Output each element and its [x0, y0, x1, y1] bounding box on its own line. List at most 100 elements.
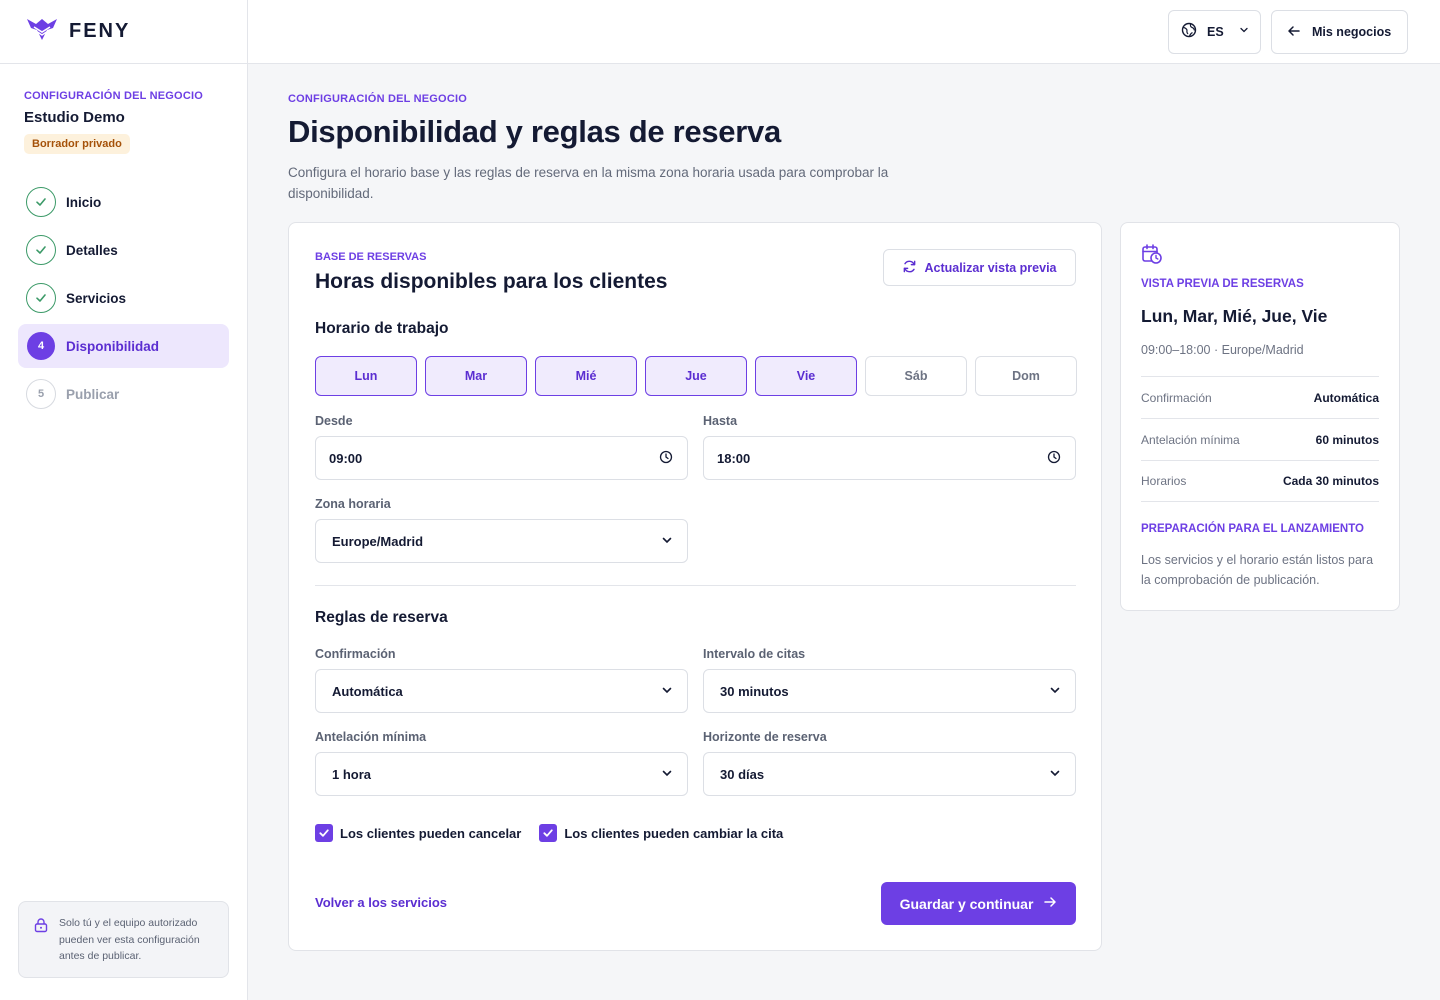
check-icon	[26, 283, 56, 313]
preview-row: Antelación mínima 60 minutos	[1141, 418, 1379, 460]
preview-row-key: Horarios	[1141, 474, 1187, 488]
interval-select[interactable]: 30 minutos	[703, 669, 1076, 713]
day-toggle-mar[interactable]: Mar	[425, 356, 527, 396]
work-hours-title: Horario de trabajo	[315, 320, 449, 337]
chevron-down-icon	[1049, 684, 1061, 699]
privacy-text: Solo tú y el equipo autorizado pueden ve…	[59, 917, 200, 962]
arrow-right-icon	[1043, 895, 1057, 912]
check-icon	[26, 235, 56, 265]
calendar-clock-icon	[1141, 243, 1163, 270]
booking-preview-card: VISTA PREVIA DE RESERVAS Lun, Mar, Mié, …	[1120, 222, 1400, 611]
preview-row-value: Cada 30 minutos	[1282, 474, 1379, 488]
save-continue-button[interactable]: Guardar y continuar	[881, 882, 1076, 925]
preview-row-key: Antelación mínima	[1141, 432, 1240, 447]
preview-row-value: 60 minutos	[1315, 432, 1379, 447]
language-selector[interactable]: ES	[1168, 10, 1261, 54]
setup-steps: Inicio Detalles Servicios 4 Disponibilid…	[0, 180, 247, 416]
logo[interactable]: FENY	[0, 0, 247, 64]
booking-options: Los clientes pueden cancelar Los cliente…	[315, 824, 783, 842]
clock-icon	[1047, 450, 1061, 467]
day-toggle-dom[interactable]: Dom	[975, 356, 1077, 396]
step-disponibilidad[interactable]: 4 Disponibilidad	[18, 324, 229, 368]
step-publicar[interactable]: 5 Publicar	[18, 372, 229, 416]
allow-cancel-checkbox[interactable]: Los clientes pueden cancelar	[315, 824, 521, 842]
card-title: Horas disponibles para los clientes	[315, 270, 668, 293]
confirmation-value: Automática	[332, 683, 403, 699]
chevron-down-icon	[661, 534, 673, 549]
interval-label: Intervalo de citas	[703, 647, 806, 661]
checkbox-checked-icon	[539, 824, 558, 842]
interval-value: 30 minutos	[720, 683, 789, 699]
step-inicio[interactable]: Inicio	[18, 180, 229, 224]
day-toggle-sab[interactable]: Sáb	[865, 356, 967, 396]
page-description: Configura el horario base y las reglas d…	[288, 165, 889, 201]
availability-form-card: BASE DE RESERVAS Horas disponibles para …	[288, 222, 1102, 951]
chevron-down-icon	[661, 684, 673, 699]
status-badge: Borrador privado	[24, 134, 130, 154]
step-detalles[interactable]: Detalles	[18, 228, 229, 272]
min-notice-label: Antelación mínima	[315, 730, 427, 744]
clock-icon	[659, 450, 673, 467]
horizon-label: Horizonte de reserva	[703, 730, 827, 744]
save-label: Guardar y continuar	[899, 895, 1034, 912]
horizon-select[interactable]: 30 días	[703, 752, 1076, 796]
weekday-selector: Lun Mar Mié Jue Vie Sáb Dom	[315, 356, 1077, 396]
chevron-down-icon	[1238, 23, 1250, 41]
checkbox-checked-icon	[315, 824, 333, 842]
chevron-down-icon	[661, 767, 673, 782]
allow-cancel-label: Los clientes pueden cancelar	[340, 825, 522, 841]
from-time-input[interactable]: 09:00	[315, 436, 688, 480]
step-servicios[interactable]: Servicios	[18, 276, 229, 320]
refresh-icon	[902, 259, 917, 277]
check-icon	[26, 187, 56, 217]
step-label: Disponibilidad	[66, 338, 159, 354]
preview-row: Confirmación Automática	[1141, 376, 1379, 418]
confirmation-select[interactable]: Automática	[315, 669, 688, 713]
refresh-label: Actualizar vista previa	[924, 260, 1057, 275]
to-time-value: 18:00	[717, 450, 751, 466]
topbar	[248, 0, 1440, 64]
back-to-services-link[interactable]: Volver a los servicios	[315, 895, 447, 910]
chevron-down-icon	[1049, 767, 1061, 782]
day-toggle-lun[interactable]: Lun	[315, 356, 417, 396]
arrow-left-icon	[1286, 23, 1302, 42]
to-label: Hasta	[703, 414, 738, 428]
day-toggle-mie[interactable]: Mié	[535, 356, 637, 396]
preview-row: Horarios Cada 30 minutos	[1141, 460, 1379, 502]
timezone-value: Europe/Madrid	[332, 533, 424, 549]
feny-logo-icon	[25, 16, 59, 47]
horizon-value: 30 días	[720, 766, 765, 782]
privacy-note: Solo tú y el equipo autorizado pueden ve…	[18, 901, 229, 978]
lock-icon	[33, 915, 49, 977]
allow-reschedule-label: Los clientes pueden cambiar la cita	[564, 825, 784, 841]
preview-hours: 09:00–18:00 · Europe/Madrid	[1141, 343, 1304, 357]
my-businesses-label: Mis negocios	[1312, 25, 1392, 39]
launch-readiness-text: Los servicios y el horario están listos …	[1141, 553, 1374, 587]
preview-days: Lun, Mar, Mié, Jue, Vie	[1141, 306, 1328, 326]
preview-summary: Confirmación Automática Antelación mínim…	[1141, 376, 1379, 502]
step-label: Detalles	[66, 242, 118, 258]
min-notice-value: 1 hora	[332, 766, 372, 782]
my-businesses-button[interactable]: Mis negocios	[1271, 10, 1408, 54]
preview-row-value: Automática	[1313, 390, 1379, 405]
step-number: 5	[26, 379, 56, 409]
section-divider	[315, 585, 1076, 586]
step-label: Inicio	[66, 194, 102, 210]
launch-readiness-title: PREPARACIÓN PARA EL LANZAMIENTO	[1141, 523, 1364, 535]
brand-name: FENY	[69, 20, 131, 42]
min-notice-select[interactable]: 1 hora	[315, 752, 688, 796]
preview-row-key: Confirmación	[1141, 390, 1212, 405]
business-summary: CONFIGURACIÓN DEL NEGOCIO Estudio Demo B…	[0, 64, 247, 154]
timezone-select[interactable]: Europe/Madrid	[315, 519, 688, 563]
day-toggle-jue[interactable]: Jue	[645, 356, 747, 396]
to-time-input[interactable]: 18:00	[703, 436, 1076, 480]
allow-reschedule-checkbox[interactable]: Los clientes pueden cambiar la cita	[539, 824, 783, 842]
step-label: Servicios	[66, 290, 127, 306]
language-code: ES	[1207, 25, 1224, 39]
refresh-preview-button[interactable]: Actualizar vista previa	[883, 249, 1076, 286]
step-label: Publicar	[66, 386, 120, 402]
business-name: Estudio Demo	[24, 109, 125, 126]
from-label: Desde	[315, 414, 353, 428]
day-toggle-vie[interactable]: Vie	[755, 356, 857, 396]
booking-rules-title: Reglas de reserva	[315, 609, 448, 626]
